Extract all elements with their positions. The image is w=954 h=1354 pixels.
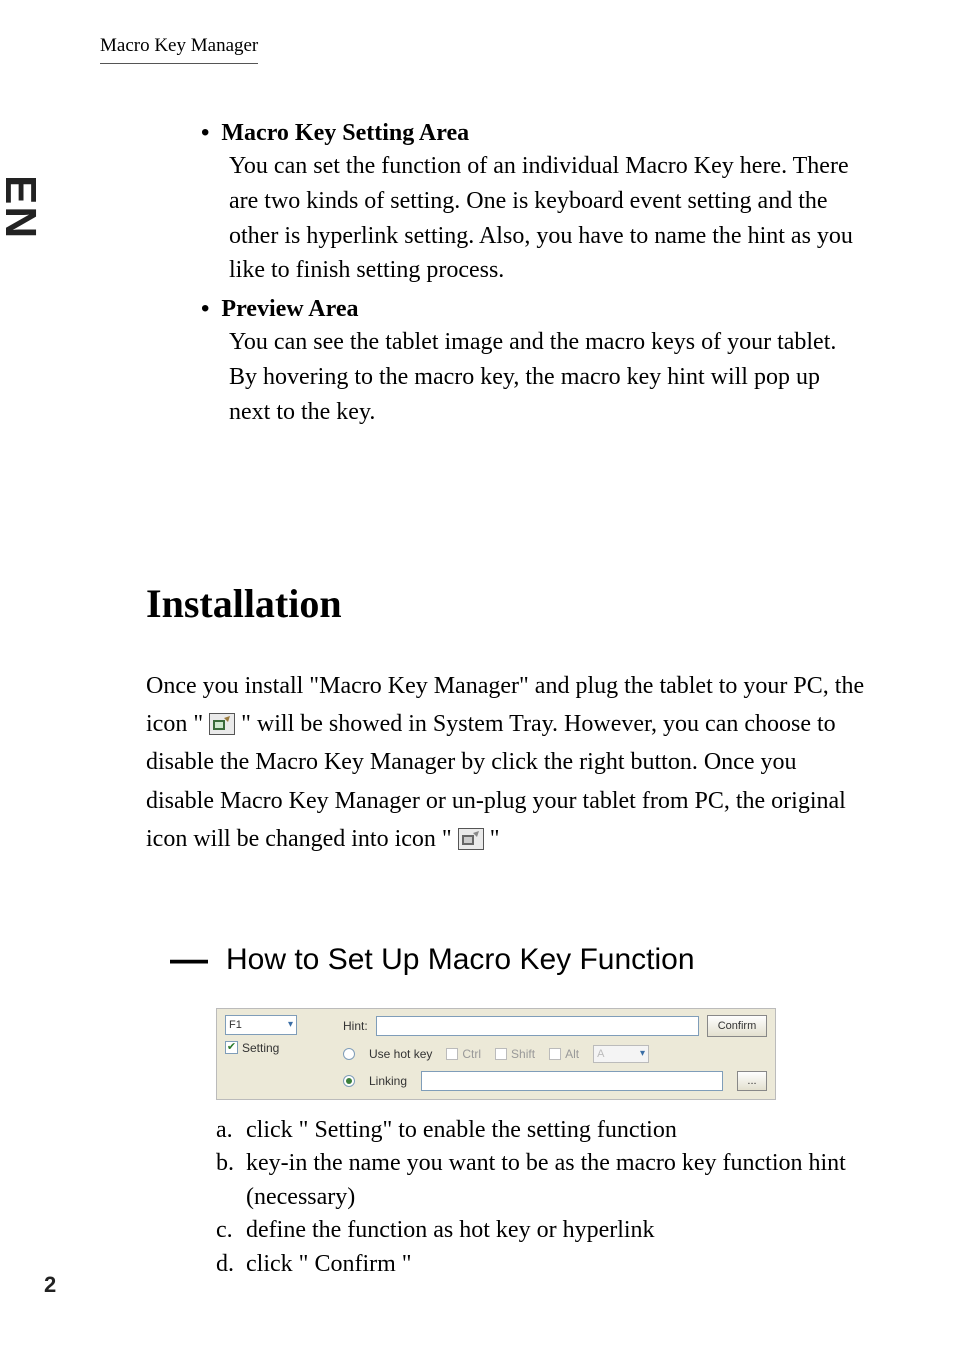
use-hotkey-label: Use hot key bbox=[369, 1047, 432, 1061]
ctrl-checkbox[interactable] bbox=[446, 1048, 458, 1060]
step-letter: d. bbox=[216, 1248, 246, 1282]
confirm-button[interactable]: Confirm bbox=[707, 1015, 767, 1037]
chevron-down-icon: ▾ bbox=[640, 1048, 645, 1059]
setting-checkbox-label: Setting bbox=[242, 1041, 279, 1055]
page-number: 2 bbox=[44, 1272, 56, 1298]
shift-label: Shift bbox=[511, 1047, 535, 1061]
settings-panel-screenshot: F1 ▾ ✔ Setting Hint: Confirm bbox=[216, 1008, 776, 1100]
step-a: click " Setting" to enable the setting f… bbox=[246, 1114, 866, 1148]
alt-label: Alt bbox=[565, 1047, 579, 1061]
bullet-dot-icon: • bbox=[201, 297, 209, 321]
linking-path-input[interactable] bbox=[421, 1071, 723, 1091]
hint-label: Hint: bbox=[343, 1019, 368, 1033]
step-b: key-in the name you want to be as the ma… bbox=[246, 1147, 866, 1214]
step-d: click " Confirm " bbox=[246, 1248, 866, 1282]
alt-checkbox[interactable] bbox=[549, 1048, 561, 1060]
bullet-body: You can set the function of an individua… bbox=[229, 149, 866, 288]
key-select[interactable]: A ▾ bbox=[593, 1045, 649, 1063]
step-letter: c. bbox=[216, 1214, 246, 1248]
howto-heading: How to Set Up Macro Key Function bbox=[226, 943, 695, 977]
feature-bullet-list: • Macro Key Setting Area You can set the… bbox=[201, 120, 866, 430]
linking-label: Linking bbox=[369, 1074, 407, 1088]
bullet-dot-icon: • bbox=[201, 121, 209, 145]
dash-icon: — bbox=[170, 939, 208, 982]
step-c: define the function as hot key or hyperl… bbox=[246, 1214, 866, 1248]
use-hotkey-radio[interactable] bbox=[343, 1048, 355, 1060]
bullet-title: Preview Area bbox=[221, 296, 358, 323]
setup-steps-list: a.click " Setting" to enable the setting… bbox=[216, 1114, 866, 1282]
step-letter: b. bbox=[216, 1147, 246, 1214]
installation-paragraph: Once you install "Macro Key Manager" and… bbox=[146, 667, 866, 859]
step-letter: a. bbox=[216, 1114, 246, 1148]
bullet-title: Macro Key Setting Area bbox=[221, 120, 469, 147]
installation-heading: Installation bbox=[146, 580, 866, 627]
header-title: Macro Key Manager bbox=[100, 35, 258, 64]
macro-key-select[interactable]: F1 ▾ bbox=[225, 1015, 297, 1035]
shift-checkbox[interactable] bbox=[495, 1048, 507, 1060]
hint-input[interactable] bbox=[376, 1016, 699, 1036]
sidebar-lang-indicator: EN bbox=[0, 175, 45, 240]
bullet-preview-area: • Preview Area You can see the tablet im… bbox=[201, 296, 866, 429]
tray-enabled-icon bbox=[209, 713, 235, 735]
bullet-macro-key-setting: • Macro Key Setting Area You can set the… bbox=[201, 120, 866, 288]
key-select-value: A bbox=[597, 1048, 604, 1060]
install-text-part3: " bbox=[490, 826, 500, 852]
linking-radio[interactable] bbox=[343, 1075, 355, 1087]
browse-button[interactable]: ... bbox=[737, 1071, 767, 1091]
bullet-body: You can see the tablet image and the mac… bbox=[229, 325, 866, 429]
macro-key-select-value: F1 bbox=[229, 1019, 242, 1031]
ctrl-label: Ctrl bbox=[462, 1047, 481, 1061]
setting-checkbox[interactable]: ✔ bbox=[225, 1041, 238, 1054]
tray-disabled-icon bbox=[458, 828, 484, 850]
chevron-down-icon: ▾ bbox=[288, 1019, 293, 1030]
